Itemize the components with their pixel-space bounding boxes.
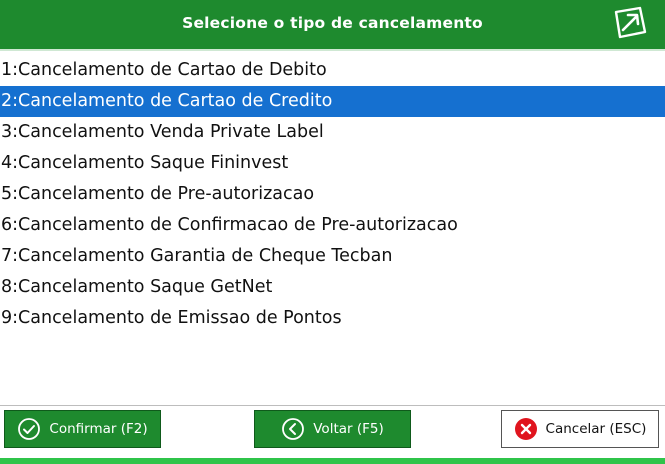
option-item-8[interactable]: 8:Cancelamento Saque GetNet	[0, 272, 665, 303]
option-item-2[interactable]: 2:Cancelamento de Cartao de Credito	[0, 86, 665, 117]
option-item-1[interactable]: 1:Cancelamento de Cartao de Debito	[0, 55, 665, 86]
option-item-3[interactable]: 3:Cancelamento Venda Private Label	[0, 117, 665, 148]
option-item-5[interactable]: 5:Cancelamento de Pre-autorizacao	[0, 179, 665, 210]
back-button-label: Voltar (F5)	[313, 421, 384, 437]
title-bar: Selecione o tipo de cancelamento	[0, 0, 665, 49]
cancel-button-label: Cancelar (ESC)	[545, 421, 647, 437]
cancellation-type-list: 1:Cancelamento de Cartao de Debito 2:Can…	[0, 55, 665, 334]
bottom-status-strip	[0, 458, 665, 464]
back-button[interactable]: Voltar (F5)	[254, 410, 411, 448]
close-circle-icon	[514, 418, 537, 440]
check-circle-icon	[18, 418, 41, 440]
chevron-left-circle-icon	[282, 418, 305, 440]
option-item-9[interactable]: 9:Cancelamento de Emissao de Pontos	[0, 303, 665, 334]
option-item-4[interactable]: 4:Cancelamento Saque Fininvest	[0, 148, 665, 179]
cancel-button[interactable]: Cancelar (ESC)	[501, 410, 659, 448]
confirm-button-label: Confirmar (F2)	[49, 421, 148, 437]
exit-arrow-icon[interactable]	[610, 4, 650, 44]
confirm-button[interactable]: Confirmar (F2)	[4, 410, 161, 448]
header-divider	[0, 49, 665, 51]
option-item-7[interactable]: 7:Cancelamento Garantia de Cheque Tecban	[0, 241, 665, 272]
footer-divider	[0, 405, 665, 406]
option-item-6[interactable]: 6:Cancelamento de Confirmacao de Pre-aut…	[0, 210, 665, 241]
page-title: Selecione o tipo de cancelamento	[182, 14, 483, 32]
